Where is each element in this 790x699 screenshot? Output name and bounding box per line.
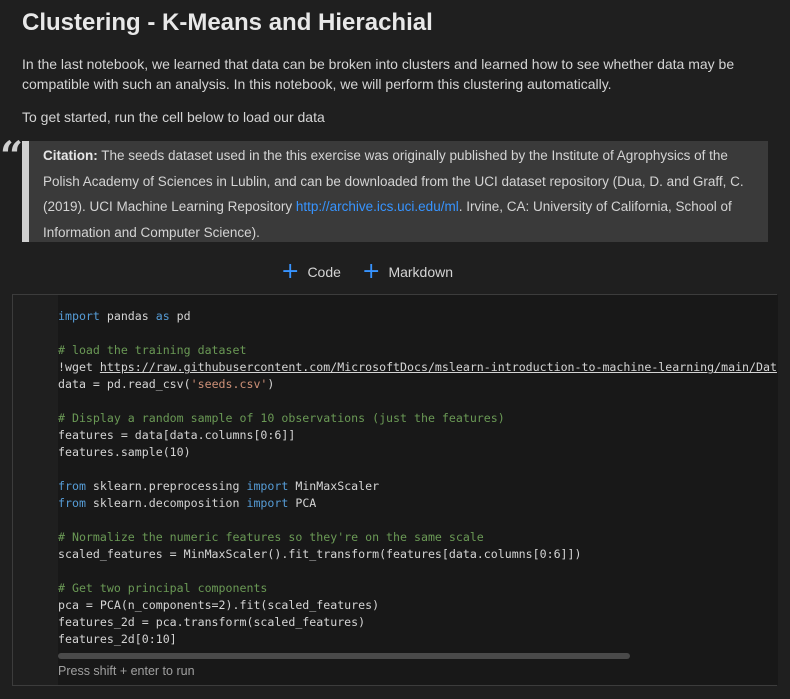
code-editor[interactable]: import pandas as pd​# load the training …	[58, 295, 778, 685]
code-line[interactable]: # Normalize the numeric features so they…	[58, 529, 777, 546]
code-line[interactable]: # Get two principal components	[58, 580, 777, 597]
code-line[interactable]: from sklearn.preprocessing import MinMax…	[58, 478, 777, 495]
code-line[interactable]: # load the training dataset	[58, 342, 777, 359]
quote-icon: “	[0, 133, 24, 180]
notebook-title: Clustering - K-Means and Hierachial	[22, 9, 433, 36]
add-markdown-cell-button[interactable]: + Markdown	[362, 259, 454, 284]
code-content[interactable]: import pandas as pd​# load the training …	[58, 308, 777, 648]
code-cell[interactable]: import pandas as pd​# load the training …	[12, 294, 778, 686]
uci-repository-link[interactable]: http://archive.ics.uci.edu/ml	[296, 199, 459, 214]
code-line[interactable]: ​	[58, 393, 777, 410]
add-markdown-label: Markdown	[388, 264, 454, 280]
code-line[interactable]: ​	[58, 461, 777, 478]
intro-paragraph: In the last notebook, we learned that da…	[22, 56, 735, 92]
code-line[interactable]: ​	[58, 563, 777, 580]
code-line[interactable]: import pandas as pd	[58, 308, 777, 325]
code-line[interactable]: data = pd.read_csv('seeds.csv')	[58, 376, 777, 393]
code-line[interactable]: ​	[58, 325, 777, 342]
code-line[interactable]: from sklearn.decomposition import PCA	[58, 495, 777, 512]
code-line[interactable]: features.sample(10)	[58, 444, 777, 461]
instruction-paragraph: To get started, run the cell below to lo…	[22, 109, 325, 125]
citation-blockquote: Citation: The seeds dataset used in the …	[22, 141, 768, 242]
plus-icon: +	[362, 259, 381, 284]
code-line[interactable]: ​	[58, 512, 777, 529]
code-line[interactable]: features_2d = pca.transform(scaled_featu…	[58, 614, 777, 631]
code-line[interactable]: !wget https://raw.githubusercontent.com/…	[58, 359, 777, 376]
code-line[interactable]: features = data[data.columns[0:6]]	[58, 427, 777, 444]
code-line[interactable]: # Display a random sample of 10 observat…	[58, 410, 777, 427]
code-line[interactable]: features_2d[0:10]	[58, 631, 777, 648]
horizontal-scrollbar[interactable]	[58, 653, 630, 659]
add-cell-toolbar: + Code + Markdown	[0, 259, 790, 284]
code-line[interactable]: pca = PCA(n_components=2).fit(scaled_fea…	[58, 597, 777, 614]
citation-label: Citation:	[43, 148, 98, 163]
plus-icon: +	[281, 259, 300, 284]
add-code-cell-button[interactable]: + Code	[281, 259, 341, 284]
code-line[interactable]: scaled_features = MinMaxScaler().fit_tra…	[58, 546, 777, 563]
run-hint: Press shift + enter to run	[58, 664, 195, 678]
add-code-label: Code	[307, 264, 341, 280]
